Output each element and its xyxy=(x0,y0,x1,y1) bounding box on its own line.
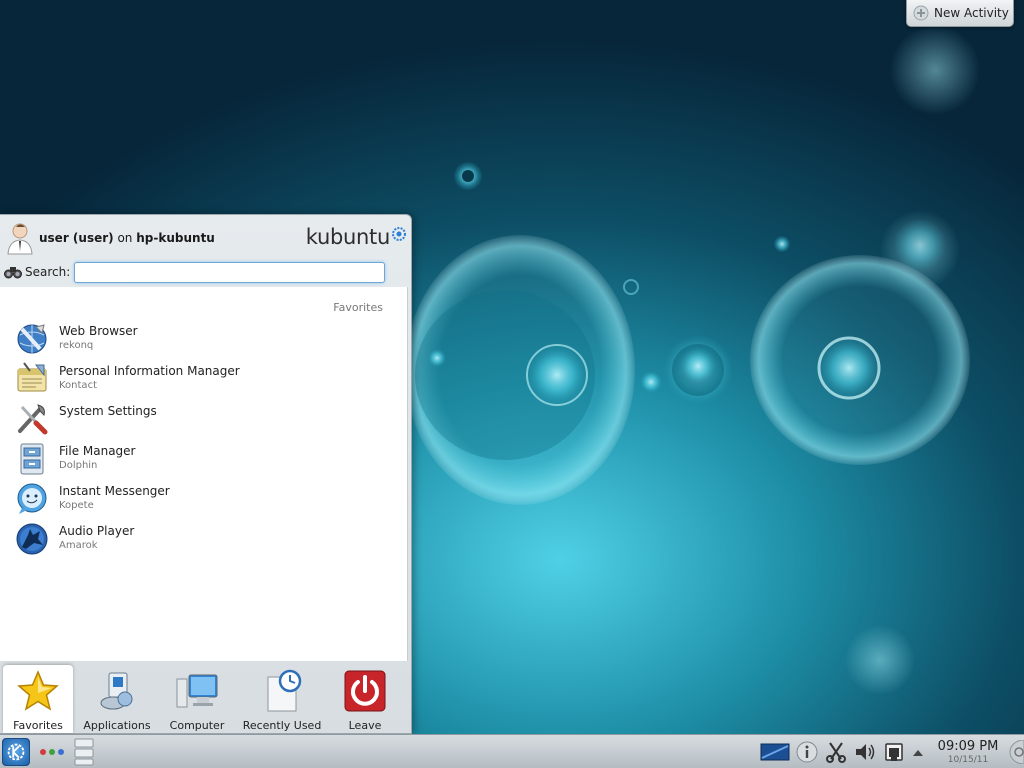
favorite-audio-player[interactable]: Audio Player Amarok xyxy=(14,521,394,559)
favorite-system-settings[interactable]: System Settings xyxy=(14,401,394,439)
favorite-generic: Kontact xyxy=(59,380,97,391)
activities-icon[interactable] xyxy=(38,747,66,757)
tab-applications[interactable]: Applications xyxy=(82,665,152,733)
favorite-name: System Settings xyxy=(59,404,157,418)
star-icon xyxy=(17,670,59,711)
messenger-icon xyxy=(17,483,47,514)
tab-leave[interactable]: Leave xyxy=(330,665,400,733)
user-name: user (user) xyxy=(39,231,114,245)
favorite-name: Instant Messenger xyxy=(59,484,170,498)
favorite-name: Audio Player xyxy=(59,524,135,538)
favorite-generic: Dolphin xyxy=(59,460,98,471)
host-name: hp-kubuntu xyxy=(136,231,215,245)
desktop-pager-icon[interactable] xyxy=(760,740,790,764)
bottom-panel: 09:09 PM 10/15/11 xyxy=(0,734,1024,768)
tab-computer[interactable]: Computer xyxy=(162,665,232,733)
volume-icon[interactable] xyxy=(853,740,877,764)
tab-label: Favorites xyxy=(13,719,63,732)
favorite-name: Personal Information Manager xyxy=(59,364,240,378)
recent-clock-icon xyxy=(267,669,302,712)
expand-arrow-icon[interactable] xyxy=(911,740,925,764)
user-on: on xyxy=(117,231,133,245)
clock-time: 09:09 PM xyxy=(937,739,999,754)
power-icon xyxy=(344,670,386,712)
network-icon[interactable] xyxy=(882,740,906,764)
binoculars-icon xyxy=(4,267,22,279)
new-activity-button[interactable]: New Activity xyxy=(906,0,1014,27)
panel-toolbox-icon[interactable] xyxy=(1006,740,1024,764)
favorite-generic: Amarok xyxy=(59,540,98,551)
scissors-icon[interactable] xyxy=(824,740,848,764)
tab-favorites[interactable]: Favorites xyxy=(3,665,73,733)
launcher-tab-bar: Favorites Applications Computer Recently… xyxy=(0,661,410,735)
favorite-personal-information-manager[interactable]: Personal Information Manager Kontact xyxy=(14,361,394,399)
favorite-generic: rekonq xyxy=(59,340,94,351)
amarok-wolf-icon xyxy=(16,523,48,555)
kubuntu-logo: kubuntu xyxy=(305,225,391,249)
user-identity: user (user) on hp-kubuntu xyxy=(39,231,215,245)
favorite-instant-messenger[interactable]: Instant Messenger Kopete xyxy=(14,481,394,519)
favorites-list: Favorites Web Browser rekonq Personal In… xyxy=(0,287,408,661)
settings-tools-icon xyxy=(18,404,48,435)
system-tray xyxy=(760,740,930,764)
applications-icon xyxy=(100,672,133,710)
info-icon[interactable] xyxy=(795,740,819,764)
taskbar-grip-icon[interactable] xyxy=(72,737,96,767)
favorite-web-browser[interactable]: Web Browser rekonq xyxy=(14,321,394,359)
favorite-name: File Manager xyxy=(59,444,136,458)
clock-date: 10/15/11 xyxy=(947,755,989,765)
search-input[interactable] xyxy=(74,262,385,283)
tab-label: Leave xyxy=(348,719,382,732)
favorite-file-manager[interactable]: File Manager Dolphin xyxy=(14,441,394,479)
tab-label: Computer xyxy=(169,719,225,732)
launcher-header: user (user) on hp-kubuntu kubuntu Search… xyxy=(0,215,412,287)
kickoff-menu-button[interactable] xyxy=(2,738,30,766)
section-header: Favorites xyxy=(333,301,383,314)
activity-plus-icon xyxy=(913,5,929,21)
favorite-name: Web Browser xyxy=(59,324,138,338)
web-browser-icon xyxy=(17,324,47,354)
new-activity-label: New Activity xyxy=(934,6,1009,20)
user-avatar-icon xyxy=(7,223,33,255)
tab-label: Recently Used xyxy=(242,719,322,732)
kubuntu-gear-icon xyxy=(392,227,406,241)
favorite-generic: Kopete xyxy=(59,500,94,511)
file-manager-icon xyxy=(20,443,44,475)
kde-logo-icon xyxy=(7,743,25,761)
digital-clock[interactable]: 09:09 PM 10/15/11 xyxy=(936,739,1000,765)
search-label: Search: xyxy=(25,265,71,279)
computer-icon xyxy=(176,674,218,708)
tab-label: Applications xyxy=(83,719,151,732)
application-launcher: user (user) on hp-kubuntu kubuntu Search… xyxy=(0,214,412,734)
tab-recently-used[interactable]: Recently Used xyxy=(243,665,321,733)
pim-icon xyxy=(17,362,47,392)
